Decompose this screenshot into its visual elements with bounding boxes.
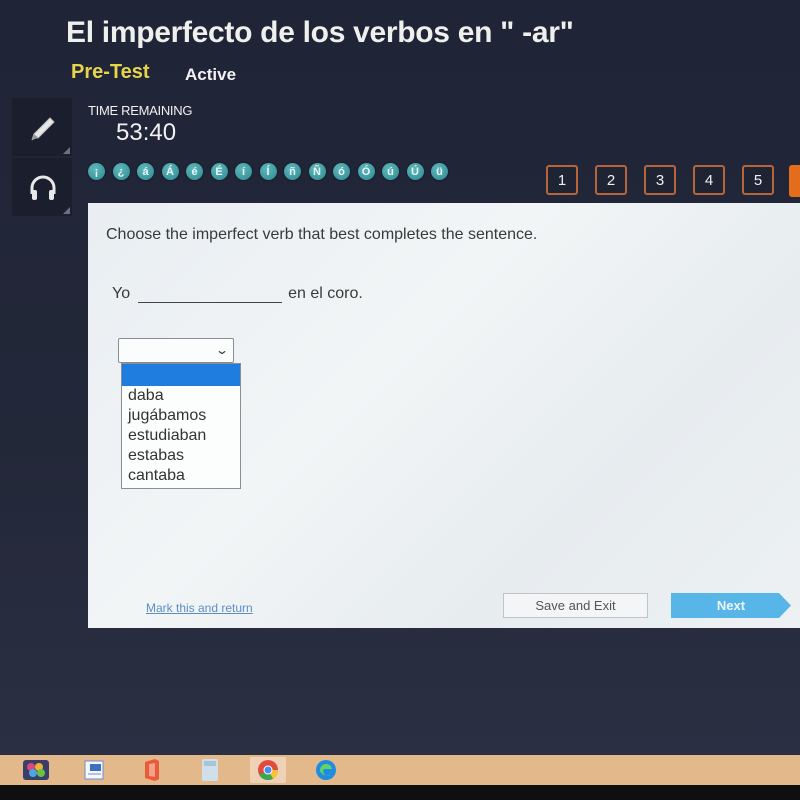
monitor-bezel (0, 785, 800, 800)
chevron-down-icon: ⌄ (214, 343, 230, 357)
char-button[interactable]: é (186, 163, 203, 180)
dropdown-options-list: daba jugábamos estudiaban estabas cantab… (121, 363, 241, 489)
timer-value: 53:40 (116, 119, 177, 146)
taskbar (0, 755, 800, 785)
char-button[interactable]: Ñ (308, 163, 326, 180)
mark-and-return-link[interactable]: Mark this and return (146, 601, 253, 615)
char-button[interactable]: ó (333, 163, 350, 180)
app-launcher-icon (23, 760, 49, 780)
dropdown-option[interactable]: daba (122, 386, 240, 406)
dropdown-option-blank[interactable] (122, 364, 240, 386)
answer-blank (138, 288, 283, 303)
question-nav: 1 2 3 4 5 (546, 165, 774, 195)
char-button[interactable]: Í (259, 163, 277, 180)
edge-icon (316, 760, 336, 780)
question-nav-5[interactable]: 5 (742, 165, 774, 195)
question-nav-1[interactable]: 1 (546, 165, 578, 195)
pencil-tool-button[interactable] (12, 98, 72, 156)
sentence-before: Yo (112, 285, 131, 302)
char-button[interactable]: ú (382, 163, 399, 180)
char-button[interactable]: É (210, 163, 228, 180)
question-prompt: Choose the imperfect verb that best comp… (106, 226, 538, 243)
dropdown-option[interactable]: estudiaban (122, 426, 240, 446)
timer-label: TIME REMAINING (88, 103, 193, 118)
special-characters-bar: ¡ ¿ á Á é É í Í ñ Ñ ó Ó ú Ú ü (88, 163, 448, 180)
chrome-button[interactable] (250, 757, 286, 783)
word-icon (84, 760, 104, 780)
question-sentence: Yo en el coro. (112, 285, 363, 303)
char-button[interactable]: ¿ (112, 163, 130, 180)
calculator-button[interactable] (192, 757, 228, 783)
dropdown-option[interactable]: estabas (122, 446, 240, 466)
status-label: Active (185, 65, 237, 84)
pencil-icon (31, 117, 55, 141)
answer-dropdown[interactable]: ⌄ (118, 338, 234, 363)
save-and-exit-button[interactable]: Save and Exit (503, 593, 648, 618)
edge-button[interactable] (308, 757, 344, 783)
calculator-icon (202, 759, 218, 781)
dropdown-option[interactable]: jugábamos (122, 406, 240, 426)
audio-tool-button[interactable] (12, 158, 72, 216)
app-launcher-button[interactable] (18, 757, 54, 783)
next-button[interactable]: Next (671, 593, 791, 618)
char-button[interactable]: Ó (357, 163, 375, 180)
office-icon (145, 759, 159, 781)
question-panel: Choose the imperfect verb that best comp… (88, 203, 800, 628)
sentence-after: en el coro. (288, 285, 363, 302)
office-button[interactable] (134, 757, 170, 783)
char-button[interactable]: ü (431, 163, 448, 180)
char-button[interactable]: ¡ (88, 163, 105, 180)
char-button[interactable]: Ú (406, 163, 424, 180)
question-nav-current[interactable] (789, 165, 800, 197)
question-footer: Mark this and return Save and Exit Next (128, 585, 800, 628)
char-button[interactable]: á (137, 163, 154, 180)
char-button[interactable]: ñ (284, 163, 301, 180)
word-button[interactable] (76, 757, 112, 783)
tool-menu-corner (63, 147, 70, 154)
headphones-icon (30, 175, 56, 200)
char-button[interactable]: Á (161, 163, 179, 180)
chrome-icon (258, 760, 279, 781)
page-title: El imperfecto de los verbos en " -ar" (66, 16, 574, 49)
question-nav-4[interactable]: 4 (693, 165, 725, 195)
tool-menu-corner (63, 207, 70, 214)
question-nav-2[interactable]: 2 (595, 165, 627, 195)
question-nav-3[interactable]: 3 (644, 165, 676, 195)
dropdown-option[interactable]: cantaba (122, 466, 240, 486)
test-type-label: Pre-Test (71, 61, 150, 83)
screen: El imperfecto de los verbos en " -ar" Pr… (0, 0, 800, 755)
char-button[interactable]: í (235, 163, 252, 180)
